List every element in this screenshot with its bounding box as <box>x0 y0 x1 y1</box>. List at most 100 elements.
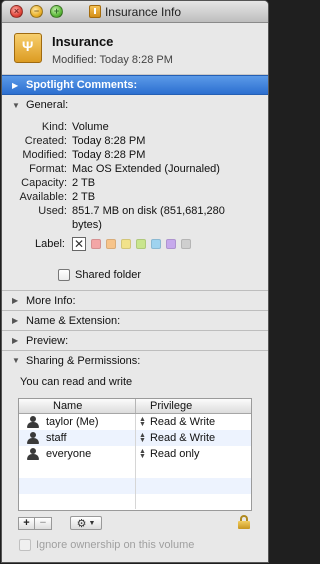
general-row-available: Available: 2 TB <box>2 190 268 204</box>
stepper-arrows-icon[interactable]: ▲ ▼ <box>139 416 146 428</box>
usb-drive-icon: Ψ <box>14 31 42 65</box>
general-row-capacity: Capacity: 2 TB <box>2 176 268 190</box>
section-label: Name & Extension: <box>26 314 121 327</box>
disclosure-expanded-icon[interactable]: ▼ <box>12 101 23 110</box>
section-general[interactable]: ▼ General: <box>2 95 268 115</box>
privilege-value[interactable]: Read & Write <box>150 416 215 428</box>
table-controls: + − ⚙ ▼ <box>18 516 102 530</box>
field-label: Available: <box>19 191 68 203</box>
action-menu-button[interactable]: ⚙ ▼ <box>70 516 102 530</box>
label-swatches: ✕ <box>72 237 191 251</box>
label-blue-swatch[interactable] <box>151 239 161 249</box>
group-icon <box>26 432 40 444</box>
add-user-button[interactable]: + <box>18 516 35 530</box>
field-label: Kind: <box>41 121 67 133</box>
section-label: General: <box>26 99 69 111</box>
section-preview[interactable]: ▶ Preview: <box>2 330 268 350</box>
privilege-cell[interactable]: ▲ ▼ Read & Write <box>136 414 251 430</box>
name-cell: everyone <box>19 446 136 462</box>
empty-row <box>19 462 251 478</box>
drive-icon-small <box>88 5 101 18</box>
name-cell: taylor (Me) <box>19 414 136 430</box>
field-label: Used: <box>38 205 67 217</box>
label-none-button[interactable]: ✕ <box>72 237 86 251</box>
privilege-value[interactable]: Read only <box>150 448 200 460</box>
gear-icon: ⚙ <box>76 517 87 530</box>
field-label: Format: <box>29 163 67 175</box>
info-window: × − + Insurance Info Ψ Insurance Modifie… <box>1 0 269 563</box>
field-value: 2 TB <box>72 177 96 189</box>
item-modified: Modified: Today 8:28 PM <box>52 54 173 66</box>
shared-folder-option[interactable]: Shared folder <box>2 268 268 282</box>
section-sharing-permissions[interactable]: ▼ Sharing & Permissions: <box>2 350 268 370</box>
field-value: Today 8:28 PM <box>72 149 146 161</box>
user-name: staff <box>46 432 67 444</box>
ignore-ownership-label: Ignore ownership on this volume <box>36 539 195 551</box>
general-row-created: Created: Today 8:28 PM <box>2 134 268 148</box>
ignore-ownership-option: Ignore ownership on this volume <box>19 539 194 551</box>
shared-folder-checkbox[interactable] <box>58 269 70 281</box>
table-row[interactable]: taylor (Me) ▲ ▼ Read & Write <box>19 414 251 430</box>
field-label: Created: <box>24 135 67 147</box>
group-icon <box>26 448 40 460</box>
user-icon <box>26 416 40 428</box>
stepper-arrows-icon[interactable]: ▲ ▼ <box>139 448 146 460</box>
general-row-used: Used: 851.7 MB on disk (851,681,280 bytes… <box>2 204 268 232</box>
label-purple-swatch[interactable] <box>166 239 176 249</box>
ignore-ownership-checkbox <box>19 539 31 551</box>
name-cell: staff <box>19 430 136 446</box>
field-value: 2 TB <box>72 191 96 203</box>
label-yellow-swatch[interactable] <box>121 239 131 249</box>
disclosure-collapsed-icon[interactable]: ▶ <box>12 336 23 345</box>
field-label: Modified: <box>22 149 67 161</box>
info-header: Ψ Insurance Modified: Today 8:28 PM <box>2 23 268 75</box>
title-bar[interactable]: × − + Insurance Info <box>2 1 268 23</box>
general-row-format: Format: Mac OS Extended (Journaled) <box>2 162 268 176</box>
column-header-privilege[interactable]: Privilege <box>136 399 251 413</box>
stepper-arrows-icon[interactable]: ▲ ▼ <box>139 432 146 444</box>
empty-row <box>19 494 251 509</box>
label-orange-swatch[interactable] <box>106 239 116 249</box>
empty-row <box>19 478 251 494</box>
section-label: Spotlight Comments: <box>26 79 138 91</box>
section-spotlight-comments[interactable]: ▶ Spotlight Comments: <box>2 75 268 95</box>
permissions-table: Name Privilege taylor (Me) ▲ ▼ Read & Wri… <box>18 398 252 511</box>
label-row: Label: ✕ <box>2 236 268 252</box>
table-header: Name Privilege <box>19 399 251 414</box>
disclosure-expanded-icon[interactable]: ▼ <box>12 356 23 365</box>
field-value: 851.7 MB on disk (851,681,280 bytes) <box>72 205 225 231</box>
privilege-cell[interactable]: ▲ ▼ Read only <box>136 446 251 462</box>
disclosure-collapsed-icon[interactable]: ▶ <box>12 316 23 325</box>
field-label: Capacity: <box>21 177 67 189</box>
field-value: Volume <box>72 121 109 133</box>
section-name-extension[interactable]: ▶ Name & Extension: <box>2 310 268 330</box>
remove-user-button[interactable]: − <box>35 516 52 530</box>
user-name: everyone <box>46 448 92 460</box>
field-value: Today 8:28 PM <box>72 135 146 147</box>
disclosure-collapsed-icon[interactable]: ▶ <box>12 296 23 305</box>
label-gray-swatch[interactable] <box>181 239 191 249</box>
lock-icon[interactable] <box>238 515 250 529</box>
column-header-name[interactable]: Name <box>19 399 136 413</box>
permission-summary: You can read and write <box>20 376 133 388</box>
section-label: Preview: <box>26 334 69 347</box>
chevron-down-icon: ▼ <box>88 519 96 527</box>
label-green-swatch[interactable] <box>136 239 146 249</box>
privilege-cell[interactable]: ▲ ▼ Read & Write <box>136 430 251 446</box>
field-value: Mac OS Extended (Journaled) <box>72 163 220 175</box>
item-name: Insurance <box>52 34 114 49</box>
section-label: More Info: <box>26 294 76 307</box>
general-panel: Kind: Volume Created: Today 8:28 PM Modifi… <box>2 115 268 290</box>
shared-folder-label: Shared folder <box>75 269 142 281</box>
general-row-kind: Kind: Volume <box>2 120 268 134</box>
privilege-value[interactable]: Read & Write <box>150 432 215 444</box>
section-more-info[interactable]: ▶ More Info: <box>2 290 268 310</box>
user-name: taylor (Me) <box>46 416 99 428</box>
disclosure-collapsed-icon[interactable]: ▶ <box>12 81 23 90</box>
table-row[interactable]: staff ▲ ▼ Read & Write <box>19 430 251 446</box>
table-row[interactable]: everyone ▲ ▼ Read only <box>19 446 251 462</box>
label-red-swatch[interactable] <box>91 239 101 249</box>
window-title-wrap: Insurance Info <box>2 5 268 19</box>
window-title: Insurance Info <box>104 5 182 19</box>
label-key: Label: <box>35 238 65 250</box>
